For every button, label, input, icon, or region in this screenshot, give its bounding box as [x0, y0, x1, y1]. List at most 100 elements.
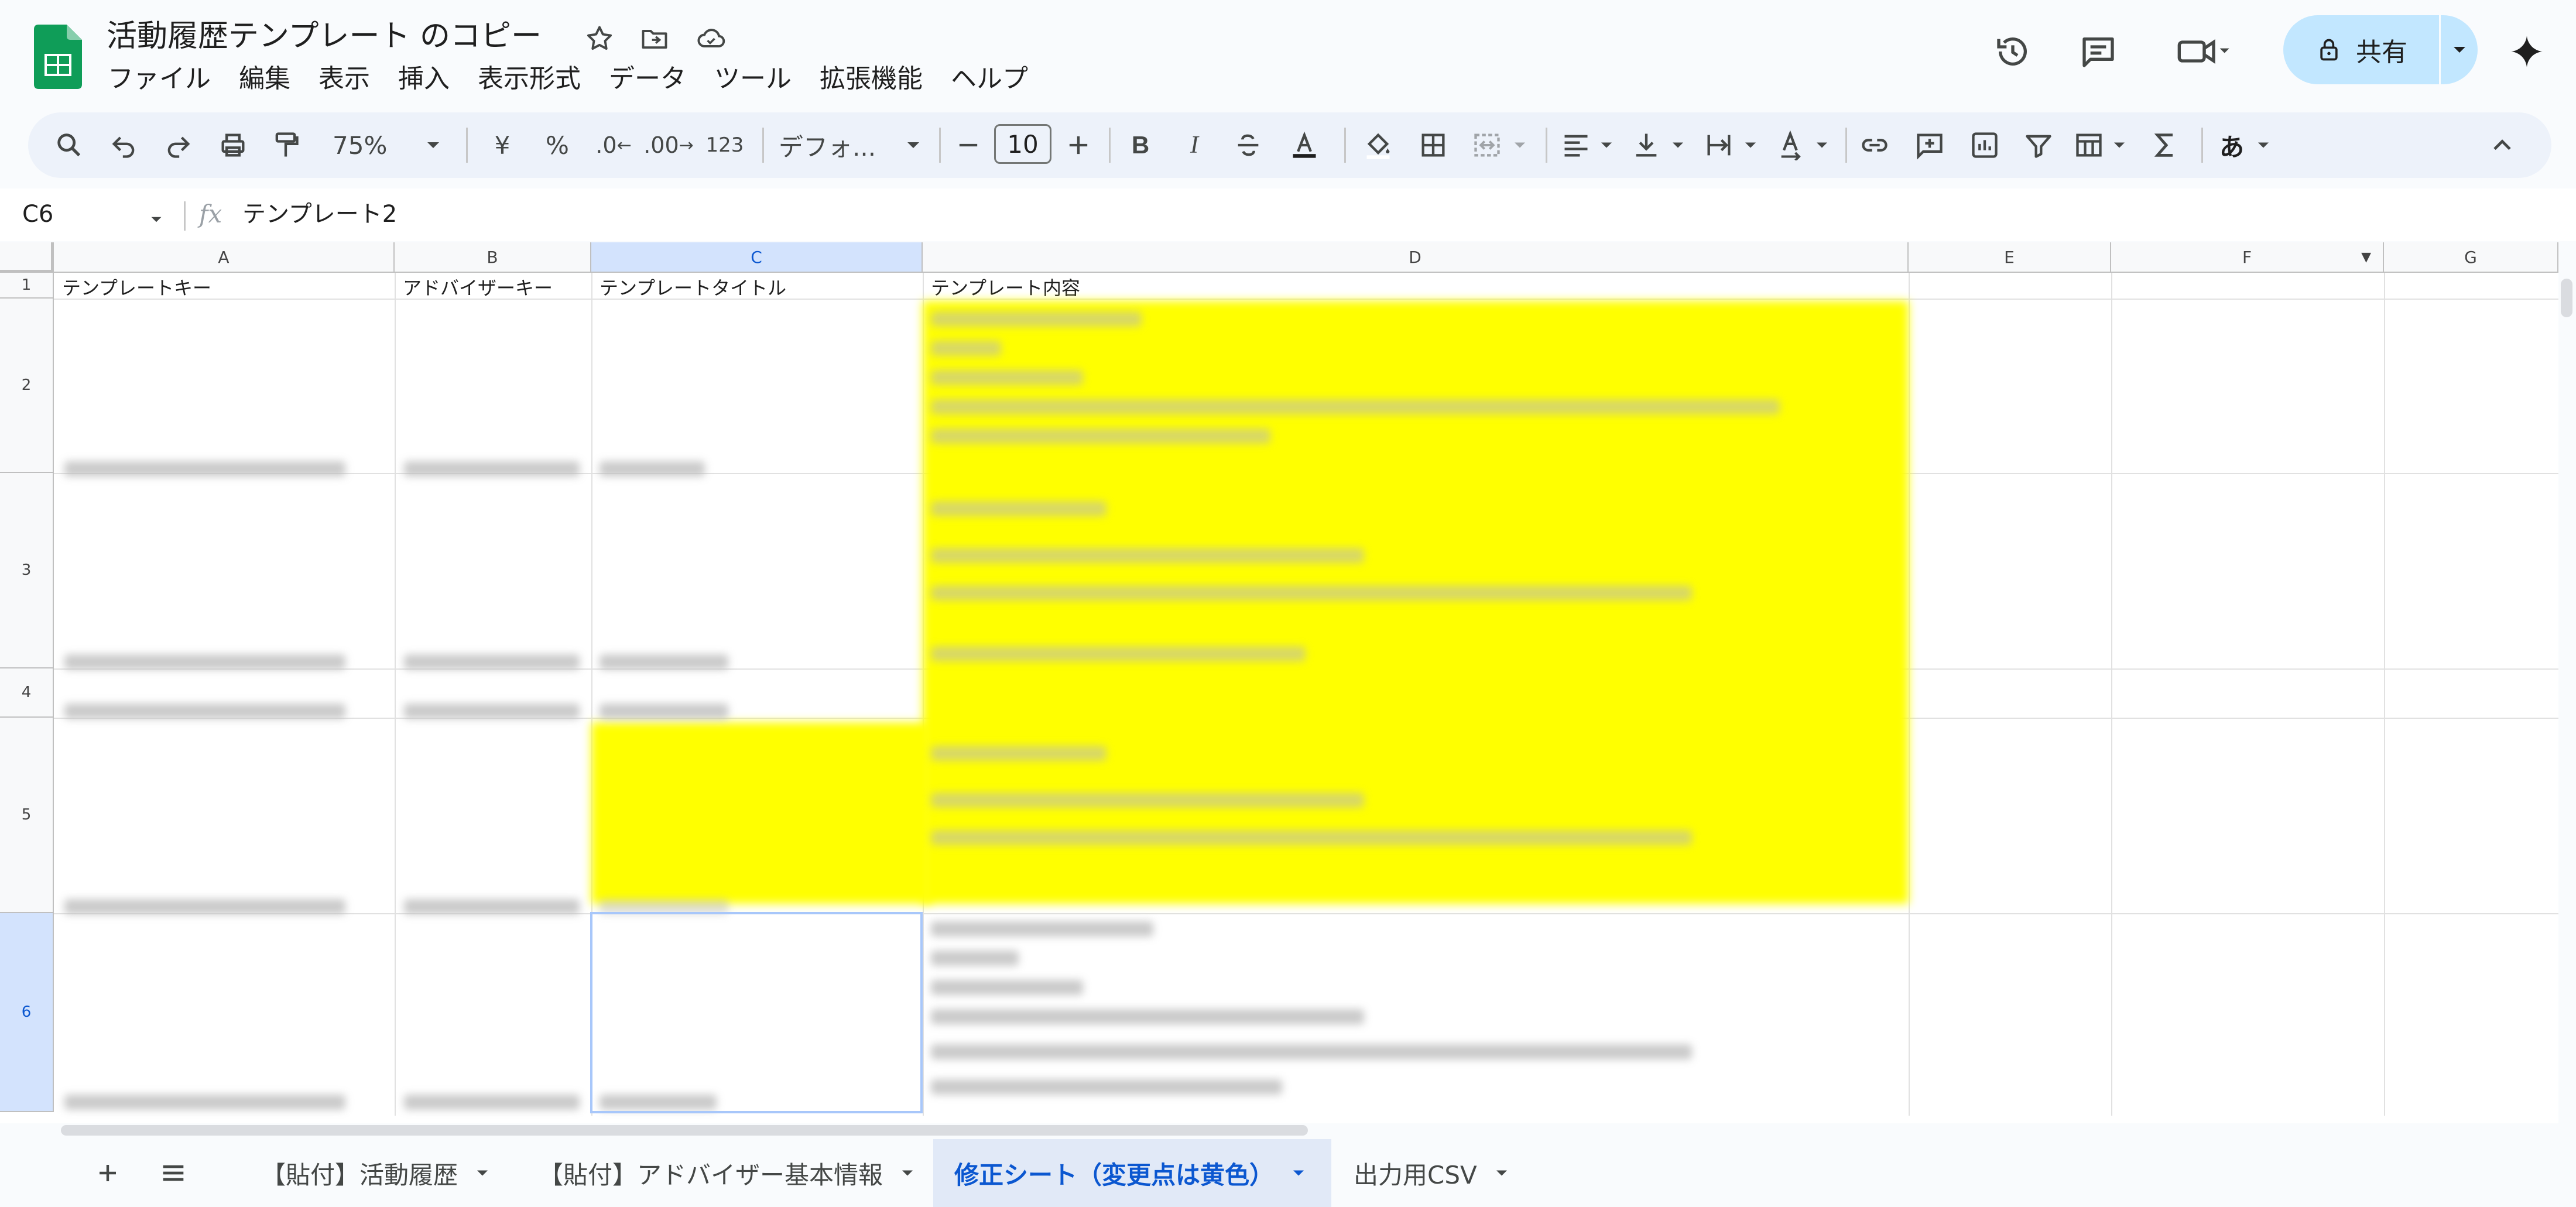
row-header-1[interactable]: 1: [0, 273, 54, 299]
merge-dropdown-icon[interactable]: [1509, 129, 1530, 162]
filter-views-dropdown-icon[interactable]: [2109, 129, 2130, 162]
cell-c1[interactable]: テンプレートタイトル: [591, 275, 923, 301]
insert-comment-icon[interactable]: [1912, 129, 1947, 162]
filter-icon[interactable]: [2021, 129, 2056, 162]
zoom-select[interactable]: 75%: [333, 129, 397, 162]
rotation-dropdown-icon[interactable]: [1811, 129, 1832, 162]
share-dropdown-icon[interactable]: [2441, 15, 2478, 84]
version-history-icon[interactable]: [1985, 23, 2041, 80]
row-header-4[interactable]: 4: [0, 668, 54, 718]
filter-views-icon[interactable]: [2071, 129, 2106, 162]
sheets-logo-icon[interactable]: [34, 25, 82, 89]
column-header-g[interactable]: G: [2384, 242, 2558, 273]
document-title[interactable]: 活動履歴テンプレート のコピー: [107, 15, 542, 57]
fill-color-icon[interactable]: [1358, 129, 1398, 162]
increase-decimal-button[interactable]: .00 →: [643, 129, 694, 162]
text-wrapping-icon[interactable]: [1701, 129, 1736, 162]
more-formats-button[interactable]: 123: [701, 129, 748, 162]
formula-input[interactable]: テンプレート2: [242, 197, 397, 232]
merge-cells-icon[interactable]: [1469, 129, 1505, 162]
menu-view[interactable]: 表示: [318, 59, 384, 100]
borders-icon[interactable]: [1416, 129, 1451, 162]
search-menus-icon[interactable]: [52, 129, 87, 162]
font-size-input[interactable]: 10: [994, 124, 1051, 164]
column-header-f[interactable]: F ▼: [2111, 242, 2384, 273]
insert-chart-icon[interactable]: [1967, 129, 2002, 162]
sheet-tab-dropdown-icon[interactable]: [1288, 1163, 1309, 1184]
star-icon[interactable]: [581, 20, 618, 57]
menu-data[interactable]: データ: [609, 59, 700, 100]
cell-d1[interactable]: テンプレート内容: [923, 275, 1909, 301]
zoom-dropdown-icon[interactable]: [422, 129, 445, 162]
menu-format[interactable]: 表示形式: [478, 59, 595, 100]
functions-sigma-icon[interactable]: [2147, 129, 2183, 162]
italic-button[interactable]: I: [1178, 129, 1211, 162]
menu-extensions[interactable]: 拡張機能: [820, 59, 937, 100]
column-header-b[interactable]: B: [395, 242, 591, 273]
row-header-3[interactable]: 3: [0, 473, 54, 668]
input-tools-dropdown-icon[interactable]: [2253, 129, 2274, 162]
cell-b1[interactable]: アドバイザーキー: [395, 275, 591, 301]
collapse-toolbar-icon[interactable]: [2485, 129, 2520, 162]
sheet-tab-revision[interactable]: 修正シート（変更点は黄色）: [933, 1139, 1331, 1207]
sheet-tab-csv-output[interactable]: 出力用CSV: [1332, 1139, 1533, 1207]
select-all-corner[interactable]: [0, 242, 54, 273]
undo-icon[interactable]: [107, 129, 142, 162]
bold-button[interactable]: B: [1124, 129, 1157, 162]
menu-edit[interactable]: 編集: [239, 59, 304, 100]
decrease-decimal-button[interactable]: .0 ←: [590, 129, 637, 162]
gridline: [2111, 273, 2112, 1116]
wrap-dropdown-icon[interactable]: [1740, 129, 1761, 162]
menu-file[interactable]: ファイル: [108, 59, 225, 100]
all-sheets-menu-icon[interactable]: [146, 1139, 200, 1207]
v-align-dropdown-icon[interactable]: [1667, 129, 1688, 162]
meet-video-icon[interactable]: [2160, 23, 2248, 80]
strikethrough-icon[interactable]: [1231, 129, 1266, 162]
text-color-icon[interactable]: [1286, 129, 1323, 162]
cloud-saved-icon[interactable]: [692, 20, 729, 57]
column-header-a[interactable]: A: [54, 242, 395, 273]
column-header-c[interactable]: C: [591, 242, 923, 273]
paint-format-icon[interactable]: [268, 129, 303, 162]
cell-a1[interactable]: テンプレートキー: [54, 275, 395, 301]
name-box-dropdown-icon[interactable]: [146, 210, 166, 232]
text-rotation-icon[interactable]: [1774, 129, 1809, 162]
font-size-increase-icon[interactable]: [1062, 129, 1095, 162]
font-family-select[interactable]: デフォ...: [779, 129, 884, 162]
sheet-tab-advisor-info[interactable]: 【貼付】アドバイザー基本情報: [518, 1139, 939, 1207]
gemini-spark-icon[interactable]: [2499, 23, 2555, 80]
print-icon[interactable]: [215, 129, 251, 162]
sheet-tab-dropdown-icon[interactable]: [897, 1163, 918, 1184]
row-header-6[interactable]: 6: [0, 913, 54, 1112]
redo-icon[interactable]: [160, 129, 196, 162]
currency-format-button[interactable]: ¥: [485, 129, 520, 162]
insert-link-icon[interactable]: [1857, 129, 1892, 162]
selected-cell-c6[interactable]: [590, 912, 923, 1113]
row-header-5[interactable]: 5: [0, 718, 54, 913]
spreadsheet-grid[interactable]: A B C D E F ▼ G 1 2 3 4 5 6 テンプレートキー アドバイ…: [0, 242, 2558, 1123]
share-button[interactable]: 共有: [2283, 15, 2478, 84]
sheet-tab-dropdown-icon[interactable]: [1491, 1163, 1512, 1184]
sheet-tab-dropdown-icon[interactable]: [472, 1163, 493, 1184]
menu-help[interactable]: ヘルプ: [951, 59, 1042, 100]
percent-format-button[interactable]: %: [540, 129, 575, 162]
filter-dropdown-icon[interactable]: ▼: [2361, 250, 2371, 265]
comments-icon[interactable]: [2070, 23, 2126, 80]
font-dropdown-icon[interactable]: [902, 129, 925, 162]
input-tools-button[interactable]: あ: [2214, 129, 2249, 162]
menu-insert[interactable]: 挿入: [398, 59, 464, 100]
sheet-tab-activity-history[interactable]: 【貼付】活動履歴: [240, 1139, 514, 1207]
add-sheet-icon[interactable]: [82, 1139, 133, 1207]
menu-tools[interactable]: ツール: [714, 59, 806, 100]
column-header-e[interactable]: E: [1909, 242, 2111, 273]
row-header-2[interactable]: 2: [0, 299, 54, 473]
move-folder-icon[interactable]: [636, 20, 673, 57]
vertical-scrollbar[interactable]: [2561, 279, 2572, 317]
horizontal-scrollbar[interactable]: [61, 1125, 1308, 1136]
vertical-align-icon[interactable]: [1629, 129, 1664, 162]
share-main[interactable]: 共有: [2283, 15, 2439, 84]
horizontal-align-icon[interactable]: [1558, 129, 1594, 162]
h-align-dropdown-icon[interactable]: [1596, 129, 1617, 162]
column-header-d[interactable]: D: [923, 242, 1909, 273]
font-size-decrease-icon[interactable]: [952, 129, 985, 162]
